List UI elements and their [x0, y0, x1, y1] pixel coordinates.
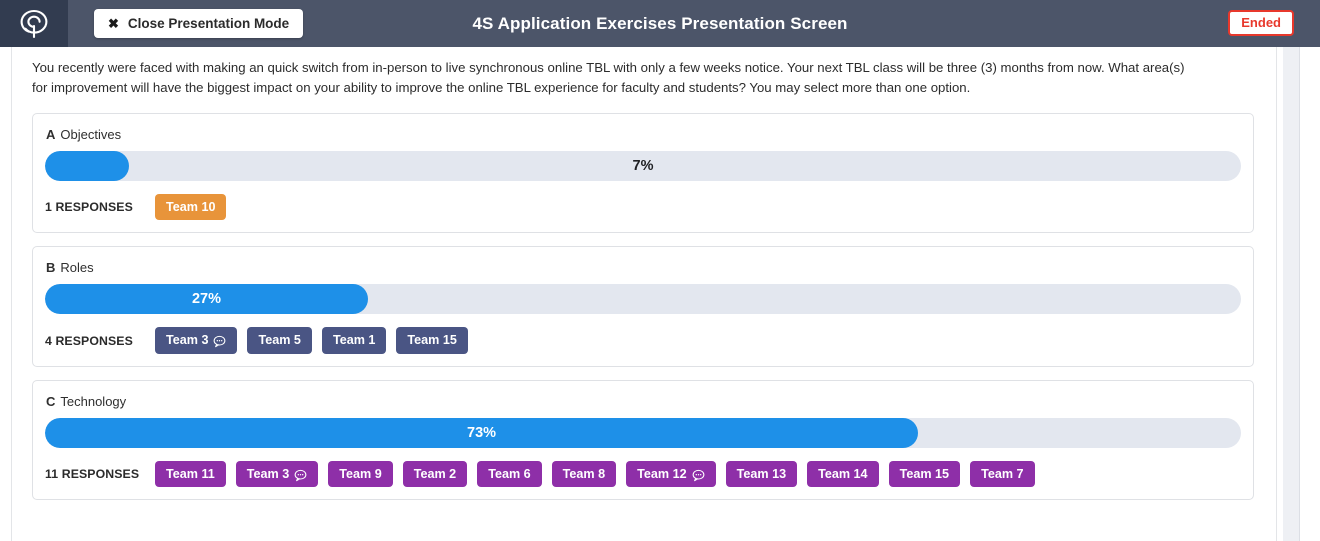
team-badge-label: Team 1 [332, 333, 376, 348]
team-badge[interactable]: Team 7 [970, 460, 1035, 488]
question-prompt: You recently were faced with making an q… [32, 60, 1185, 95]
comment-bubble-icon[interactable] [294, 469, 307, 482]
page-body: You recently were faced with making an q… [0, 47, 1320, 541]
option-card: B Roles 27% 4 RESPONSES Team 3 Team 5 Team 1 Te… [32, 246, 1254, 367]
team-badge-label: Team 5 [258, 333, 301, 348]
team-badge-label: Team 15 [899, 466, 950, 481]
team-badge[interactable]: Team 10 [155, 194, 227, 221]
option-label: Objectives [60, 127, 122, 142]
team-badge[interactable]: Team 5 [247, 327, 312, 354]
result-bar-track: 73% [45, 417, 1241, 448]
team-badge-label: Team 8 [562, 466, 606, 481]
status-badge[interactable]: Ended [1228, 10, 1294, 37]
responses-count: 11 RESPONSES [45, 467, 140, 482]
right-rail [1276, 47, 1320, 541]
result-percent-label: 73% [467, 424, 497, 441]
team-badge-label: Team 10 [166, 200, 216, 214]
options-list: A Objectives 7% 1 RESPONSES Team 10 B Roles 27%… [32, 113, 1254, 501]
team-badge[interactable]: Team 1 [321, 327, 387, 354]
team-badge[interactable]: Team 6 [477, 460, 542, 488]
main-content: You recently were faced with making an q… [12, 47, 1276, 541]
team-badge-group: Team 11 Team 3 Team 9 Team 2 Team 6 Team 8 Tea… [155, 460, 1035, 488]
responses-row: 1 RESPONSES Team 10 [45, 194, 1241, 221]
responses-row: 11 RESPONSES Team 11 Team 3 Team 9 Team 2 Tea… [45, 460, 1241, 488]
vertical-scrollbar[interactable] [1283, 47, 1300, 541]
close-x-icon: ✖ [108, 16, 119, 31]
option-card: A Objectives 7% 1 RESPONSES Team 10 [32, 113, 1254, 234]
result-bar-track: 27% [45, 284, 1241, 315]
team-badge[interactable]: Team 8 [551, 460, 617, 488]
close-presentation-mode-label: Close Presentation Mode [127, 16, 290, 31]
team-badge[interactable]: Team 15 [396, 327, 468, 354]
option-card: C Technology 73% 11 RESPONSES Team 11 Team 3T… [32, 379, 1254, 501]
pin-spiral-logo-icon [19, 8, 49, 40]
option-label: Roles [60, 260, 94, 276]
team-badge[interactable]: Team 3 [235, 460, 319, 488]
team-badge[interactable]: Team 11 [155, 460, 226, 488]
option-letter: B [46, 260, 56, 276]
team-badge-label: Team 11 [166, 466, 215, 481]
team-badge-group: Team 3 Team 5 Team 1 Team 15 [155, 327, 468, 354]
comment-bubble-icon[interactable] [692, 469, 705, 482]
team-badge[interactable]: Team 13 [725, 460, 798, 488]
responses-count: 1 RESPONSES [45, 200, 133, 215]
team-badge[interactable]: Team 15 [888, 460, 961, 488]
team-badge-label: Team 9 [339, 466, 382, 481]
team-badge[interactable]: Team 2 [402, 460, 468, 488]
close-presentation-mode-button[interactable]: ✖ Close Presentation Mode [94, 9, 304, 38]
app-logo[interactable] [0, 0, 68, 47]
option-heading: B Roles [46, 260, 1241, 275]
team-badge[interactable]: Team 12 [626, 460, 716, 488]
team-badge-label: Team 14 [818, 466, 868, 481]
team-badge[interactable]: Team 14 [807, 460, 879, 488]
result-percent-label: 7% [632, 158, 654, 174]
result-percent-label: 27% [191, 291, 221, 308]
option-letter: C [46, 393, 56, 409]
app-header: ✖ Close Presentation Mode 4S Application… [0, 0, 1320, 47]
comment-bubble-icon[interactable] [213, 335, 226, 348]
option-letter: A [46, 127, 56, 142]
team-badge-label: Team 12 [637, 466, 687, 481]
team-badge-group: Team 10 [155, 194, 227, 221]
left-gutter [0, 47, 12, 541]
option-heading: C Technology [46, 394, 1241, 409]
responses-count: 4 RESPONSES [45, 333, 133, 348]
team-badge[interactable]: Team 9 [328, 460, 393, 488]
team-badge-label: Team 2 [413, 466, 457, 481]
team-badge[interactable]: Team 3 [155, 327, 238, 354]
option-heading: A Objectives [46, 127, 1241, 142]
responses-row: 4 RESPONSES Team 3 Team 5 Team 1 Team 15 [45, 327, 1241, 354]
team-badge-label: Team 6 [488, 466, 531, 481]
team-badge-label: Team 13 [736, 466, 787, 481]
option-label: Technology [60, 393, 127, 409]
team-badge-label: Team 15 [407, 333, 457, 348]
team-badge-label: Team 3 [246, 466, 290, 481]
result-bar-track: 7% [45, 151, 1241, 181]
team-badge-label: Team 7 [981, 466, 1024, 481]
team-badge-label: Team 3 [166, 333, 209, 348]
